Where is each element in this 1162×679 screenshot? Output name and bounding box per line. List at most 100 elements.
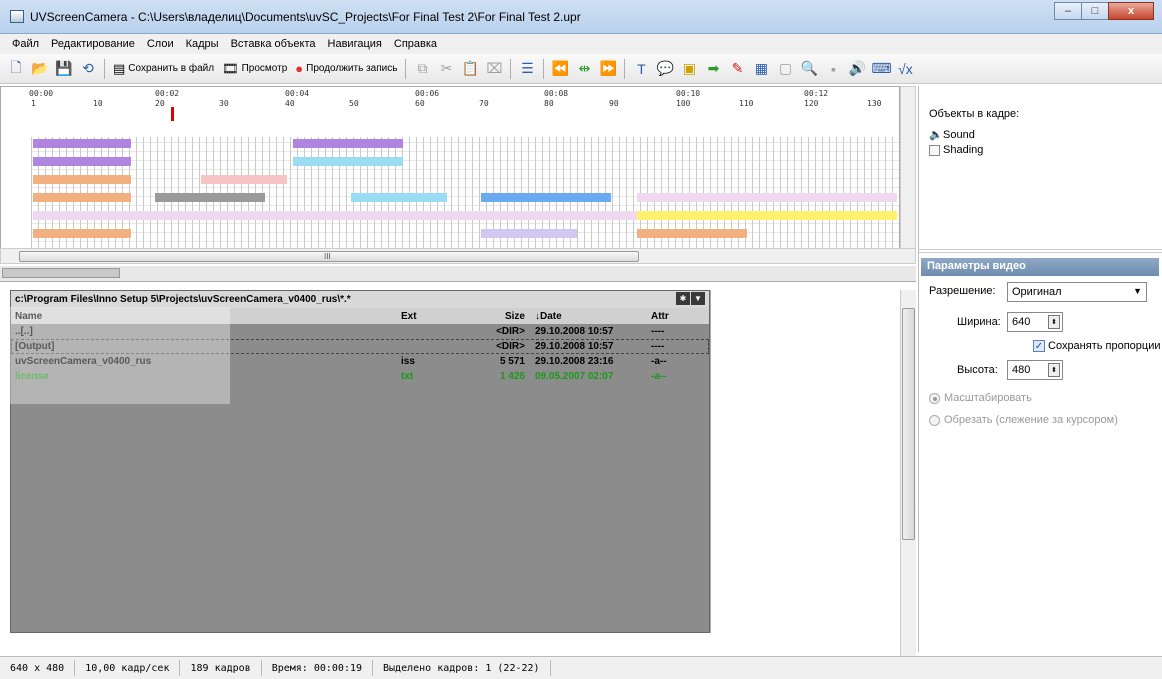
track-block[interactable]: [33, 157, 131, 166]
split-frame-icon[interactable]: ⇹: [572, 57, 596, 81]
ruler-time-label: 00:06: [415, 89, 440, 98]
resolution-select[interactable]: Оригинал ▼: [1007, 282, 1147, 302]
menu-help[interactable]: Справка: [388, 38, 443, 50]
timeline-tracks[interactable]: [31, 137, 899, 251]
paste-icon[interactable]: 📋: [458, 57, 482, 81]
spin-icon[interactable]: ⬍: [1048, 363, 1060, 377]
keyboard-icon[interactable]: ⌨: [869, 57, 893, 81]
ruler-frame-label: 10: [93, 99, 103, 108]
history-icon[interactable]: ⟲: [76, 57, 100, 81]
menu-edit[interactable]: Редактирование: [45, 38, 141, 50]
window-title: UVScreenCamera - C:\Users\владелиц\Docum…: [30, 10, 581, 24]
ruler-frame-label: 20: [155, 99, 165, 108]
arrow-icon[interactable]: ➡: [701, 57, 725, 81]
save-to-file-label: Сохранить в файл: [128, 63, 215, 74]
highlight-icon[interactable]: ✎: [725, 57, 749, 81]
app-icon: [10, 10, 24, 23]
track-block[interactable]: [481, 229, 577, 238]
preview-scroll-thumb[interactable]: [902, 308, 915, 540]
delete-icon[interactable]: ⌧: [482, 57, 506, 81]
track-block[interactable]: [155, 193, 265, 202]
menu-file[interactable]: Файл: [6, 38, 45, 50]
ruler-frame-label: 40: [285, 99, 295, 108]
ruler-frame-label: 50: [349, 99, 359, 108]
image-icon[interactable]: ▦: [749, 57, 773, 81]
ruler-frame-label: 1: [31, 99, 36, 108]
track-block[interactable]: [33, 229, 131, 238]
playhead-marker[interactable]: [171, 107, 174, 121]
radio-off-icon: [929, 414, 940, 426]
file-date: 29.10.2008 10:57: [535, 326, 614, 337]
ruler-time-label: 00:12: [804, 89, 829, 98]
status-time: Время: 00:00:19: [262, 660, 374, 676]
track-block[interactable]: [637, 229, 747, 238]
track-block[interactable]: [351, 193, 447, 202]
timeline[interactable]: 00:00 00:02 00:04 00:06 00:08 00:10 00:1…: [0, 86, 900, 256]
scale-radio[interactable]: Масштабировать: [929, 392, 1032, 404]
timeline-vertical-scrollbar[interactable]: [900, 86, 916, 256]
properties-icon[interactable]: ☰: [515, 57, 539, 81]
save-to-file-button[interactable]: ▤ Сохранить в файл: [109, 57, 218, 81]
path-text: c:\Program Files\Inno Setup 5\Projects\u…: [15, 294, 351, 305]
close-button[interactable]: x: [1108, 2, 1154, 20]
maximize-button[interactable]: □: [1081, 2, 1109, 20]
menu-navigation[interactable]: Навигация: [322, 38, 388, 50]
minimize-button[interactable]: –: [1054, 2, 1082, 20]
object-label: Shading: [943, 144, 984, 156]
menu-frames[interactable]: Кадры: [180, 38, 225, 50]
track-block[interactable]: [33, 175, 131, 184]
ruler-frame-label: 90: [609, 99, 619, 108]
track-block[interactable]: [201, 175, 287, 184]
track-block[interactable]: [481, 193, 611, 202]
toolbar-separator: [624, 58, 626, 79]
ruler-frame-label: 80: [544, 99, 554, 108]
cut-icon[interactable]: ✂: [434, 57, 458, 81]
file-date: 29.10.2008 23:16: [535, 356, 614, 367]
track-block[interactable]: [637, 211, 897, 220]
text-icon[interactable]: T: [629, 57, 653, 81]
zoom-icon[interactable]: 🔍: [797, 57, 821, 81]
new-file-icon[interactable]: 🗋: [4, 57, 28, 81]
track-block[interactable]: [293, 139, 403, 148]
menu-layers[interactable]: Слои: [141, 38, 180, 50]
save-disk-icon[interactable]: 💾: [52, 57, 76, 81]
rewind-icon[interactable]: ⏪: [548, 57, 572, 81]
keep-ratio-checkbox[interactable]: ✓ Сохранять пропорции: [1033, 340, 1161, 352]
track-block[interactable]: [33, 139, 131, 148]
timeline-horizontal-scrollbar[interactable]: III: [0, 248, 916, 264]
title-bar: UVScreenCamera - C:\Users\владелиц\Docum…: [0, 0, 1162, 34]
preview-button[interactable]: 🎞 Просмотр: [218, 57, 291, 81]
open-folder-icon[interactable]: 📂: [28, 57, 52, 81]
formula-icon[interactable]: √x: [893, 57, 917, 81]
file-ext: txt: [401, 371, 414, 382]
track-block[interactable]: [33, 193, 131, 202]
fast-forward-icon[interactable]: ⏩: [596, 57, 620, 81]
copy-icon[interactable]: ⧉: [410, 57, 434, 81]
menu-insert-object[interactable]: Вставка объекта: [225, 38, 322, 50]
timeline-scroll-thumb[interactable]: III: [19, 251, 639, 262]
callout-icon[interactable]: 💬: [653, 57, 677, 81]
height-field[interactable]: 480 ⬍: [1007, 360, 1063, 380]
status-fps: 10,00 кадр/сек: [75, 660, 181, 676]
track-block[interactable]: [637, 193, 897, 202]
speaker-icon: 🔈: [929, 129, 943, 141]
file-attr: -a--: [651, 371, 667, 382]
ruler-frame-label: 60: [415, 99, 425, 108]
sound-icon[interactable]: 🔊: [845, 57, 869, 81]
object-item-shading[interactable]: Shading: [929, 144, 983, 156]
panel-splitter[interactable]: [919, 249, 1162, 253]
track-block[interactable]: [293, 157, 403, 166]
frame-icon[interactable]: ▣: [677, 57, 701, 81]
shape-icon[interactable]: ▢: [773, 57, 797, 81]
preview-vertical-scrollbar[interactable]: [900, 290, 916, 660]
dot-icon[interactable]: ▪: [821, 57, 845, 81]
spin-icon[interactable]: ⬍: [1048, 315, 1060, 329]
ruler-frame-label: 130: [867, 99, 882, 108]
width-field[interactable]: 640 ⬍: [1007, 312, 1063, 332]
preview-strip: [0, 266, 916, 282]
continue-record-button[interactable]: ● Продолжить запись: [291, 57, 401, 81]
crop-radio[interactable]: Обрезать (слежение за курсором): [929, 414, 1118, 426]
object-item-sound[interactable]: 🔈 Sound: [929, 128, 975, 142]
chevron-down-icon: ▼: [1133, 286, 1142, 296]
track-block[interactable]: [33, 211, 637, 220]
